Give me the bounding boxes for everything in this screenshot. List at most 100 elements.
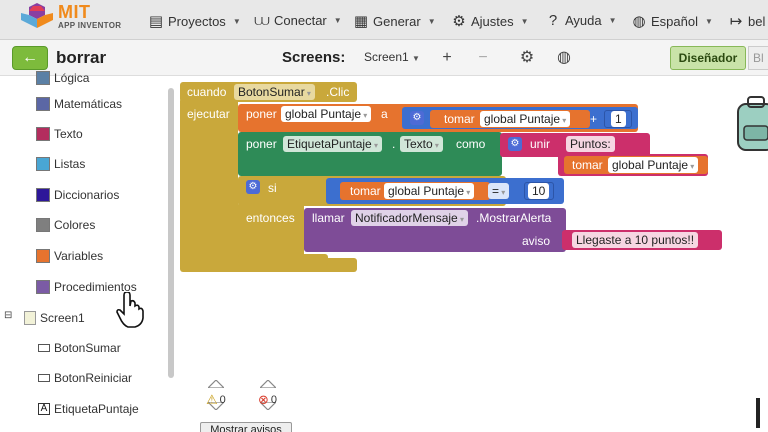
app-inventor-logo-icon[interactable] <box>20 2 54 32</box>
category-diccionarios[interactable]: Diccionarios <box>36 185 119 205</box>
menu-conectar[interactable]: ⩊ Conectar ▼ <box>254 12 341 29</box>
caret-down-icon: ▼ <box>704 16 713 26</box>
collapse-toggle-icon[interactable]: ⊟ <box>4 310 12 321</box>
designer-button[interactable]: Diseñador <box>670 46 746 70</box>
blocks-button[interactable]: Bl <box>748 46 768 70</box>
join-word-label: unir <box>530 137 551 151</box>
set-word-label: poner <box>246 107 277 121</box>
tree-label: BotonReiniciar <box>54 371 133 385</box>
back-button[interactable]: ← <box>12 46 48 70</box>
caret-down-icon: ▼ <box>427 16 436 26</box>
set-word-label: poner <box>246 137 277 151</box>
menu-label: bel <box>748 13 766 29</box>
help-icon: ? <box>548 12 558 29</box>
get-word-label: tomar <box>444 112 475 126</box>
remove-screen-button[interactable]: − <box>470 46 496 70</box>
blocks-panel: Lógica Matemáticas Texto Listas Dicciona… <box>0 71 178 432</box>
category-listas[interactable]: Listas <box>36 154 85 174</box>
category-matematicas[interactable]: Matemáticas <box>36 94 122 114</box>
method-name-label: .MostrarAlerta <box>476 211 552 225</box>
if-word-label: si <box>268 181 277 195</box>
menu-label: Español <box>651 13 698 29</box>
event-when-label: cuando <box>187 85 227 99</box>
caret-down-icon: ▼ <box>412 54 420 63</box>
tree-label: BotonSumar <box>54 341 121 355</box>
button-component-icon <box>38 344 50 352</box>
panel-scrollbar[interactable] <box>168 88 174 378</box>
mutator-gear-icon[interactable]: ⚙ <box>246 180 260 194</box>
compare-operator-dropdown[interactable]: = <box>488 183 510 199</box>
number-field[interactable]: 1 <box>611 111 626 127</box>
alert-text-field[interactable]: Llegaste a 10 puntos!! <box>572 232 699 248</box>
call-word-label: llamar <box>312 211 345 225</box>
category-texto[interactable]: Texto <box>36 124 83 144</box>
label-component-icon: A <box>38 403 50 415</box>
add-screen-button[interactable]: + <box>434 46 460 70</box>
category-colores[interactable]: Colores <box>36 215 95 235</box>
number-field[interactable]: 10 <box>528 183 550 199</box>
component-dropdown[interactable]: EtiquetaPuntaje <box>283 136 382 152</box>
warning-icon: ⚠ <box>206 392 218 407</box>
caret-down-icon: ▼ <box>608 16 617 25</box>
project-properties-icon[interactable]: ⚙ <box>514 46 540 70</box>
mutator-gear-icon[interactable]: ⚙ <box>508 137 522 151</box>
button-component-icon <box>38 374 50 382</box>
component-dropdown[interactable]: NotificadorMensaje <box>351 210 468 226</box>
account-icon: ↦ <box>729 13 743 30</box>
dot-label: . <box>392 137 396 151</box>
tree-etiquetapuntaje[interactable]: A EtiquetaPuntaje <box>38 399 139 419</box>
category-label: Colores <box>54 218 96 232</box>
logic-swatch-icon <box>36 71 50 85</box>
if-block-footer[interactable] <box>238 254 328 266</box>
category-logica[interactable]: Lógica <box>36 68 89 88</box>
error-toggle-up-icon[interactable] <box>258 379 278 391</box>
globe-icon[interactable]: ◍ <box>551 46 577 70</box>
text-puntos-field[interactable]: Puntos: <box>566 136 615 152</box>
warning-count: 0 <box>219 394 226 406</box>
then-word-label: entonces <box>246 211 295 225</box>
backpack-icon[interactable] <box>736 96 768 152</box>
tree-screen1[interactable]: Screen1 <box>24 308 85 328</box>
menu-account[interactable]: ↦ bel <box>728 12 766 30</box>
menu-proyectos[interactable]: ▤ Proyectos ▼ <box>148 12 241 30</box>
show-warnings-button[interactable]: Mostrar avisos <box>200 422 292 432</box>
folder-icon: ▤ <box>148 13 164 30</box>
property-dropdown[interactable]: Texto <box>400 136 443 152</box>
error-icon: ⊗ <box>258 392 269 407</box>
event-block-body[interactable] <box>180 98 238 268</box>
get-variable-dropdown[interactable]: global Puntaje <box>480 111 571 127</box>
screen-select-value: Screen1 <box>364 50 409 64</box>
warning-toggle-up-icon[interactable] <box>206 379 226 391</box>
event-component-dropdown[interactable]: BotonSumar <box>234 84 315 100</box>
trash-can-icon[interactable] <box>756 398 760 428</box>
get-variable-dropdown[interactable]: global Puntaje <box>384 183 475 199</box>
variables-swatch-icon <box>36 249 50 263</box>
get-variable-dropdown[interactable]: global Puntaje <box>608 157 699 173</box>
logo-subtitle: APP INVENTOR <box>58 21 122 30</box>
lists-swatch-icon <box>36 157 50 171</box>
menu-label: Conectar <box>274 13 327 28</box>
blocks-workspace[interactable]: cuando BotonSumar .Clic ejecutar poner g… <box>178 76 768 432</box>
mutator-gear-icon[interactable]: ⚙ <box>410 111 424 125</box>
category-label: Lógica <box>54 71 90 85</box>
menu-generar[interactable]: ▦ Generar ▼ <box>353 12 436 30</box>
set-to-label: como <box>456 137 486 151</box>
category-label: Variables <box>54 249 104 263</box>
category-label: Listas <box>54 157 86 171</box>
category-variables[interactable]: Variables <box>36 246 103 266</box>
param-name-label: aviso <box>522 234 551 248</box>
menu-ayuda[interactable]: ? Ayuda ▼ <box>545 12 617 29</box>
tree-botonreiniciar[interactable]: BotonReiniciar <box>38 368 132 388</box>
error-count: 0 <box>270 394 278 406</box>
error-counter: ⊗ 0 <box>258 392 277 408</box>
screen-select[interactable]: Screen1 ▼ <box>364 50 420 64</box>
event-do-label: ejecutar <box>187 107 230 121</box>
caret-down-icon: ▼ <box>520 16 529 26</box>
set-variable-dropdown[interactable]: global Puntaje <box>281 106 372 122</box>
menu-ajustes[interactable]: ⚙ Ajustes ▼ <box>451 12 529 30</box>
menu-idioma[interactable]: ◍ Español ▼ <box>631 12 713 30</box>
screens-label: Screens: <box>282 49 346 66</box>
tree-botonsumar[interactable]: BotonSumar <box>38 338 121 358</box>
math-swatch-icon <box>36 97 50 111</box>
text-swatch-icon <box>36 127 50 141</box>
